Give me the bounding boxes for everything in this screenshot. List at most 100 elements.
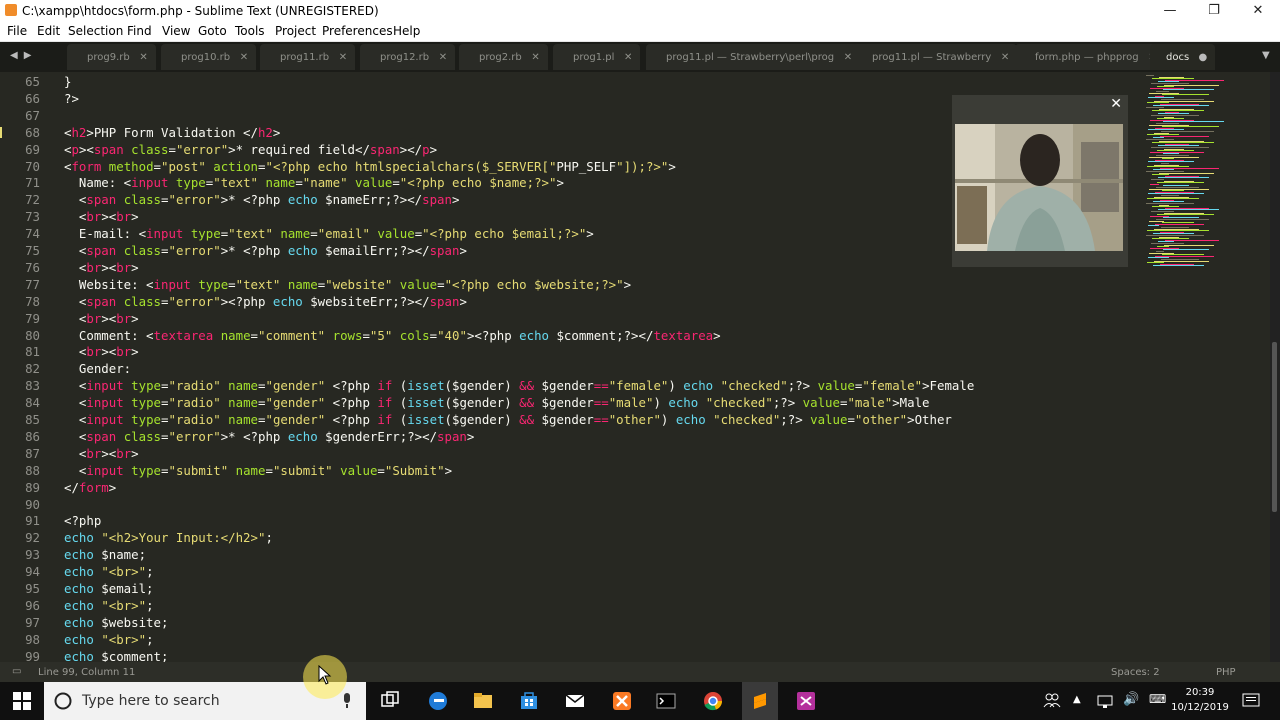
- code-line[interactable]: 95 echo $email;: [0, 580, 1140, 597]
- code-line[interactable]: 80 Comment: <textarea name="comment" row…: [0, 327, 1140, 344]
- minimap-stroke: [1151, 179, 1164, 180]
- close-tab-icon[interactable]: ✕: [1001, 44, 1009, 72]
- line-code: echo "<h2>Your Input:</h2>";: [64, 530, 273, 546]
- chrome-icon[interactable]: [703, 691, 723, 711]
- code-line[interactable]: 86 <span class="error">* <?php echo $gen…: [0, 428, 1140, 445]
- code-line[interactable]: 87 <br><br>: [0, 445, 1140, 462]
- modified-dot-icon[interactable]: ●: [1198, 44, 1207, 72]
- menu-tools[interactable]: Tools: [235, 24, 265, 38]
- tab-prog11-pl-strawberry[interactable]: prog11.pl — Strawberry ✕: [852, 44, 1018, 72]
- code-line[interactable]: 99 echo $comment;: [0, 648, 1140, 662]
- code-line[interactable]: 78 <span class="error"><?php echo $websi…: [0, 293, 1140, 310]
- tab-label: prog11.pl — Strawberry: [872, 52, 992, 63]
- xampp-icon[interactable]: [612, 691, 632, 711]
- command-prompt-icon[interactable]: [656, 691, 676, 711]
- menu-file[interactable]: File: [7, 24, 27, 38]
- line-number: 69: [25, 141, 40, 157]
- network-icon[interactable]: [1097, 693, 1113, 709]
- people-icon[interactable]: [1043, 691, 1061, 709]
- close-tab-icon[interactable]: ✕: [339, 44, 347, 72]
- indentation-setting[interactable]: Spaces: 2: [1111, 667, 1160, 678]
- code-line[interactable]: 88 <input type="submit" name="submit" va…: [0, 462, 1140, 479]
- menu-selection[interactable]: Selection: [68, 24, 123, 38]
- minimap[interactable]: [1140, 72, 1270, 662]
- restore-icon[interactable]: ❐: [1192, 0, 1236, 22]
- minimap-stroke: [1146, 203, 1194, 204]
- code-line[interactable]: 79 <br><br>: [0, 310, 1140, 327]
- tab-prog10-rb[interactable]: prog10.rb ✕: [161, 44, 257, 72]
- line-number: 96: [25, 597, 40, 613]
- syntax-setting[interactable]: PHP: [1216, 667, 1236, 678]
- code-line[interactable]: 77 Website: <input type="text" name="web…: [0, 276, 1140, 293]
- menu-project[interactable]: Project: [275, 24, 316, 38]
- tab-docs[interactable]: docs ●: [1150, 44, 1216, 72]
- mail-icon[interactable]: [565, 691, 585, 711]
- edge-browser-icon[interactable]: [428, 691, 448, 711]
- minimap-stroke: [1163, 89, 1214, 91]
- code-line[interactable]: 65}: [0, 73, 1140, 90]
- code-line[interactable]: 83 <input type="radio" name="gender" <?p…: [0, 377, 1140, 394]
- code-line[interactable]: 90: [0, 496, 1140, 513]
- show-hidden-icons-icon[interactable]: ▲: [1073, 694, 1081, 705]
- close-tab-icon[interactable]: ✕: [531, 44, 539, 72]
- line-number: 71: [25, 175, 40, 191]
- code-line[interactable]: 85 <input type="radio" name="gender" <?p…: [0, 411, 1140, 428]
- tab-label: prog12.rb: [380, 52, 430, 63]
- close-tab-icon[interactable]: ✕: [240, 44, 248, 72]
- tab-prog9-rb[interactable]: prog9.rb ✕: [67, 44, 156, 70]
- visual-studio-icon[interactable]: [796, 691, 816, 711]
- line-number: 67: [25, 107, 40, 123]
- menu-help[interactable]: Help: [393, 24, 420, 38]
- tab-prog11-rb[interactable]: prog11.rb ✕: [260, 44, 356, 72]
- sublime-taskbar-active[interactable]: [742, 682, 778, 720]
- tab-prog1-pl[interactable]: prog1.pl ✕: [553, 44, 641, 72]
- code-line[interactable]: 81 <br><br>: [0, 343, 1140, 360]
- taskbar-clock[interactable]: 20:39 10/12/2019: [1170, 685, 1230, 715]
- tab-prog2-rb[interactable]: prog2.rb ✕: [459, 44, 548, 70]
- code-line[interactable]: 98 echo "<br>";: [0, 631, 1140, 648]
- line-code: <p><span class="error">* required field<…: [64, 141, 438, 157]
- code-line[interactable]: 82 Gender:: [0, 360, 1140, 377]
- tab-dropdown-icon[interactable]: ▼: [1262, 50, 1270, 61]
- task-view-icon[interactable]: [380, 691, 400, 711]
- line-number: 86: [25, 428, 40, 444]
- menu-preferences[interactable]: Preferences: [322, 24, 393, 38]
- code-line[interactable]: 84 <input type="radio" name="gender" <?p…: [0, 394, 1140, 411]
- code-line[interactable]: 92 echo "<h2>Your Input:</h2>";: [0, 529, 1140, 546]
- tab-prog11-pl-perlprog[interactable]: prog11.pl — Strawberry\perl\prog ✕: [646, 44, 861, 72]
- menu-edit[interactable]: Edit: [37, 24, 60, 38]
- code-line[interactable]: 94 echo "<br>";: [0, 563, 1140, 580]
- tab-label: prog9.rb: [87, 52, 130, 63]
- action-center-icon[interactable]: [1242, 692, 1260, 710]
- code-line[interactable]: 91 <?php: [0, 512, 1140, 529]
- close-tab-icon[interactable]: ✕: [844, 44, 852, 72]
- scrollbar-thumb[interactable]: [1272, 342, 1277, 512]
- store-icon[interactable]: [519, 691, 539, 711]
- line-number: 91: [25, 513, 40, 529]
- menu-find[interactable]: Find: [127, 24, 152, 38]
- code-line[interactable]: 97 echo $website;: [0, 614, 1140, 631]
- close-tab-icon[interactable]: ✕: [439, 44, 447, 72]
- file-explorer-icon[interactable]: [473, 691, 493, 711]
- menu-view[interactable]: View: [162, 24, 190, 38]
- minimize-icon[interactable]: —: [1148, 0, 1192, 22]
- close-icon[interactable]: ✕: [1236, 0, 1280, 22]
- close-tab-icon[interactable]: ✕: [624, 44, 632, 72]
- line-code: <br><br>: [64, 344, 139, 360]
- tab-prog12-rb[interactable]: prog12.rb ✕: [360, 44, 456, 72]
- code-line[interactable]: 89 </form>: [0, 479, 1140, 496]
- tab-form-php[interactable]: form.php — phpprog✕: [1015, 44, 1165, 70]
- line-code: <br><br>: [64, 445, 139, 461]
- tab-nav-arrows[interactable]: ◀▶: [10, 50, 37, 61]
- close-icon[interactable]: ✕: [1110, 96, 1122, 112]
- windows-start-icon[interactable]: [13, 692, 31, 710]
- keyboard-icon[interactable]: ⌨: [1149, 692, 1166, 706]
- volume-icon[interactable]: 🔊: [1123, 692, 1139, 707]
- close-tab-icon[interactable]: ✕: [139, 44, 147, 72]
- panel-toggle-icon[interactable]: ▭: [12, 666, 21, 677]
- menu-goto[interactable]: Goto: [198, 24, 227, 38]
- microphone-icon[interactable]: [342, 693, 352, 709]
- code-line[interactable]: 93 echo $name;: [0, 546, 1140, 563]
- code-line[interactable]: 96 echo "<br>";: [0, 597, 1140, 614]
- vertical-scrollbar[interactable]: [1270, 72, 1280, 662]
